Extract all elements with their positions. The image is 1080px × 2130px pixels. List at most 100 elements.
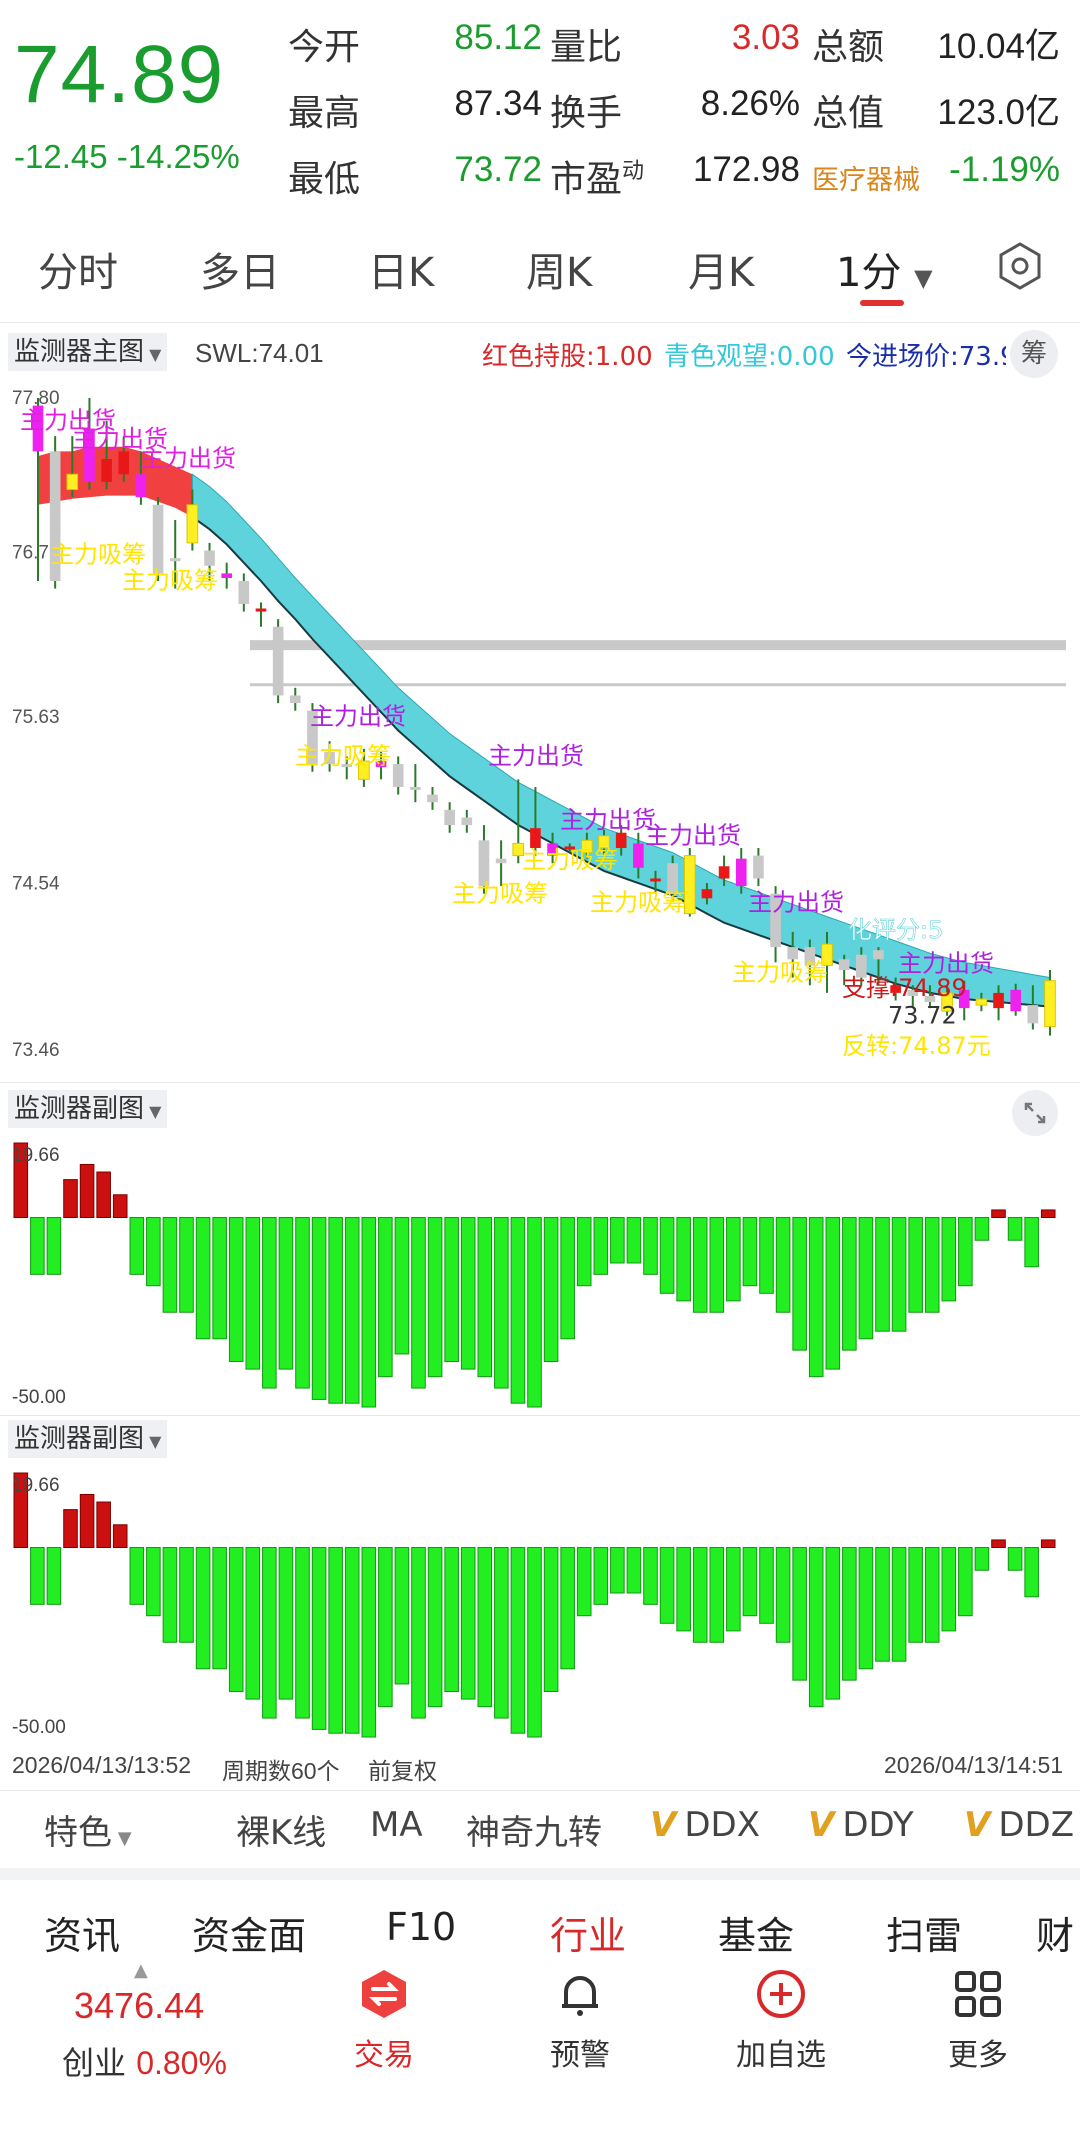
- tab-monthly-k[interactable]: 月K: [688, 240, 754, 298]
- sub-panel-1-selector[interactable]: 监测器副图 ▼: [8, 1090, 168, 1128]
- indicator-tab-naked-k[interactable]: 裸K线: [236, 1805, 326, 1854]
- signal-annotation: 主力出货: [310, 702, 406, 730]
- vip-v-icon: V: [808, 1805, 835, 1845]
- func-tab-finance[interactable]: 财: [1036, 1905, 1074, 1960]
- candle-body: [633, 843, 644, 868]
- index-summary[interactable]: 创业 0.80%: [62, 2038, 227, 2084]
- candle-body: [701, 889, 713, 899]
- signal-annotation: 主力出货: [488, 742, 584, 770]
- indicator-bar: [593, 1547, 609, 1605]
- sub-indicator-chart-2[interactable]: 19.66 -50.00: [0, 1465, 1080, 1745]
- indicator-bar: [974, 1217, 990, 1241]
- tab-intraday[interactable]: 分时: [38, 240, 118, 298]
- caret-up-icon: ▲: [134, 1960, 148, 1981]
- alert-button[interactable]: 预警: [530, 1968, 630, 2074]
- main-candlestick-chart[interactable]: 77.8076.7175.6374.5473.46主力出货主力出货主力出货主力吸…: [0, 380, 1080, 1080]
- func-tab-fund[interactable]: 基金: [718, 1905, 794, 1960]
- candle: [683, 847, 696, 917]
- sub-indicator-chart-1[interactable]: 19.66 -50.00: [0, 1135, 1080, 1415]
- open-label: 今开: [288, 27, 361, 68]
- indicator-bar: [808, 1547, 824, 1708]
- legend-red-hold: 红色持股:1.00: [482, 342, 653, 372]
- indicator-bar: [974, 1547, 990, 1571]
- indicator-bar: [958, 1217, 973, 1287]
- index-value[interactable]: 3476.44: [74, 1985, 204, 2027]
- pe-ratio-value: 172.98: [692, 150, 800, 189]
- indicator-tab-magic-nine[interactable]: 神奇九转: [466, 1805, 602, 1854]
- indicator-tab-ddx[interactable]: V DDX: [650, 1805, 760, 1845]
- indicator-tab-special-label: 特色: [44, 1813, 112, 1853]
- func-tab-capital[interactable]: 资金面: [192, 1905, 306, 1960]
- signal-annotation: 支撑:74.89: [842, 974, 967, 1002]
- indicator-bar: [759, 1547, 774, 1624]
- sub-panel-2-title: 监测器副图: [14, 1424, 145, 1454]
- period-count: 周期数60个: [222, 1758, 340, 1784]
- indicator-bar: [858, 1547, 874, 1670]
- indicator-bar: [792, 1547, 807, 1681]
- expand-icon[interactable]: [1012, 1090, 1058, 1136]
- indicator-bar: [908, 1547, 923, 1643]
- indicator-bar: [908, 1217, 923, 1313]
- pe-ratio-label: 市盈动: [550, 150, 644, 202]
- candle-body: [975, 998, 988, 1006]
- indicator-tab-ma[interactable]: MA: [370, 1805, 423, 1845]
- more-label: 更多: [948, 2038, 1008, 2073]
- add-watchlist-button[interactable]: 加自选: [716, 1968, 846, 2074]
- candle-body: [838, 959, 850, 971]
- candle-body: [993, 992, 1004, 1009]
- indicator-bar: [659, 1217, 675, 1294]
- more-button[interactable]: 更多: [928, 1968, 1028, 2074]
- indicator-bar: [427, 1217, 443, 1378]
- indicator-bar: [477, 1217, 493, 1378]
- func-tab-f10[interactable]: F10: [386, 1905, 456, 1949]
- hexagon-gear-icon[interactable]: [994, 240, 1046, 296]
- indicator-bar: [1024, 1217, 1039, 1268]
- indicator-bar: [460, 1547, 476, 1700]
- indicator-bar: [775, 1547, 791, 1643]
- candle-body: [1044, 980, 1056, 1027]
- indicator-bar: [96, 1171, 111, 1219]
- sub-panel-2-selector[interactable]: 监测器副图 ▼: [8, 1420, 168, 1458]
- indicator-bar: [659, 1547, 675, 1624]
- indicator-bar: [460, 1217, 476, 1370]
- chip-distribution-button[interactable]: 筹: [1010, 330, 1058, 378]
- tab-weekly-k[interactable]: 周K: [526, 240, 592, 298]
- low-label: 最低: [288, 159, 361, 200]
- y-max-label: 19.66: [12, 1145, 60, 1166]
- pe-label-text: 市盈: [550, 159, 623, 200]
- indicator-bar: [742, 1547, 758, 1617]
- indicator-bar: [112, 1524, 128, 1549]
- tab-multi-day[interactable]: 多日: [200, 240, 280, 298]
- signal-annotation: 主力出货: [140, 445, 236, 473]
- signal-annotation: 73.72: [888, 1001, 957, 1029]
- candle-body: [461, 817, 473, 826]
- signal-annotation: 主力吸筹: [522, 846, 618, 874]
- indicator-bar: [643, 1547, 658, 1605]
- indicator-bar: [941, 1547, 957, 1632]
- func-tab-news[interactable]: 资讯: [44, 1905, 120, 1960]
- candle: [753, 847, 764, 887]
- indicator-bar: [891, 1547, 907, 1662]
- indicator-bar: [676, 1217, 691, 1302]
- tab-daily-k[interactable]: 日K: [368, 240, 434, 298]
- indicator-bar: [179, 1547, 194, 1643]
- func-tab-industry[interactable]: 行业: [550, 1905, 626, 1960]
- indicator-bar: [129, 1547, 145, 1605]
- adjust-mode[interactable]: 前复权: [368, 1752, 437, 1786]
- price-change: -12.45 -14.25%: [14, 138, 240, 176]
- indicator-bar: [278, 1547, 294, 1700]
- indicator-bar: [212, 1547, 227, 1670]
- indicator-bar: [510, 1547, 526, 1734]
- market-cap-value: 123.0亿: [937, 93, 1060, 132]
- indicator-bar: [179, 1217, 194, 1313]
- indicator-bar: [825, 1217, 841, 1370]
- indicator-tab-special[interactable]: 特色 ▼: [44, 1805, 132, 1854]
- tab-1-minute[interactable]: 1分 ▼: [836, 240, 933, 298]
- indicator-tab-ddy[interactable]: V DDY: [808, 1805, 914, 1845]
- func-tab-risk-scan[interactable]: 扫雷: [886, 1905, 962, 1960]
- indicator-tab-ddz[interactable]: V DDZ: [964, 1805, 1074, 1845]
- indicator-bar: [692, 1547, 708, 1643]
- sector-name[interactable]: 医疗器械: [812, 158, 920, 197]
- trade-button[interactable]: 交易: [334, 1968, 434, 2074]
- main-panel-selector[interactable]: 监测器主图 ▼: [8, 333, 168, 371]
